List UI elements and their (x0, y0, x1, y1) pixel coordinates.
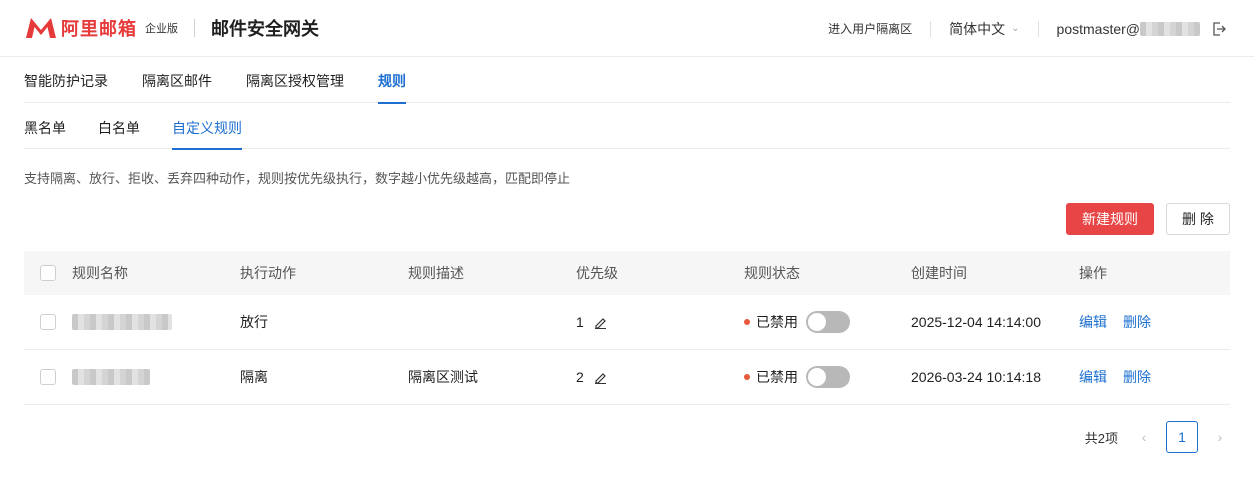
chevron-left-icon[interactable]: ‹ (1134, 429, 1154, 445)
tab-blacklist[interactable]: 黑名单 (24, 103, 66, 149)
tab-protection-records[interactable]: 智能防护记录 (24, 57, 108, 103)
status-toggle[interactable] (806, 311, 850, 333)
new-rule-button[interactable]: 新建规则 (1066, 203, 1154, 235)
column-header-action: 执行动作 (240, 265, 296, 281)
table-row: 放行 1 已禁用 2025-12-04 14:14:00 编辑 删除 (24, 295, 1230, 350)
delete-link[interactable]: 删除 (1123, 367, 1151, 387)
row-select-cell (40, 350, 56, 404)
total-count: 共2项 (1084, 430, 1118, 446)
rule-created-time: 2025-12-04 14:14:00 (911, 314, 1041, 330)
select-all-checkbox[interactable] (40, 265, 56, 281)
row-checkbox[interactable] (40, 369, 56, 385)
column-header-description: 规则描述 (408, 265, 464, 281)
column-header-created: 创建时间 (911, 265, 967, 281)
user-quarantine-link[interactable]: 进入用户隔离区 (828, 20, 912, 37)
table-row: 隔离 隔离区测试 2 已禁用 2026-03-24 10:14:18 编辑 删除 (24, 350, 1230, 405)
toggle-knob (808, 313, 826, 331)
rule-status: 已禁用 (756, 314, 798, 330)
edit-link[interactable]: 编辑 (1079, 312, 1107, 332)
rule-operations: 编辑 删除 (1079, 350, 1167, 404)
redacted-domain (1140, 21, 1200, 36)
column-header-operations: 操作 (1079, 265, 1107, 281)
chevron-right-icon[interactable]: › (1210, 429, 1230, 445)
rule-name-cell (72, 295, 172, 349)
edit-link[interactable]: 编辑 (1079, 367, 1107, 387)
redacted-rule-name (72, 369, 150, 385)
tab-quarantine-auth[interactable]: 隔离区授权管理 (246, 57, 344, 103)
rule-action: 隔离 (240, 369, 268, 385)
header-separator (930, 20, 932, 37)
rule-action: 放行 (240, 314, 268, 330)
rules-description: 支持隔离、放行、拒收、丢弃四种动作，规则按优先级执行，数字越小优先级越高，匹配即… (24, 171, 571, 186)
logout-icon[interactable] (1212, 21, 1226, 36)
delete-link[interactable]: 删除 (1123, 312, 1151, 332)
chevron-down-icon: ⌄ (1011, 23, 1020, 34)
rule-sub-tabs: 黑名单 白名单 自定义规则 (24, 103, 1230, 150)
toggle-knob (808, 368, 826, 386)
aliyun-mail-logo-icon (26, 18, 56, 38)
rule-name-cell (72, 350, 150, 404)
rule-priority: 2 (576, 369, 584, 385)
rule-status: 已禁用 (756, 369, 798, 385)
rule-priority-cell: 2 (576, 350, 607, 404)
language-label: 简体中文 (949, 20, 1006, 37)
header-divider (194, 19, 195, 37)
rule-operations: 编辑 删除 (1079, 295, 1167, 349)
rule-priority-cell: 1 (576, 295, 607, 349)
main-tabs: 智能防护记录 隔离区邮件 隔离区授权管理 规则 (24, 57, 1230, 104)
column-header-status: 规则状态 (744, 265, 800, 281)
user-email-prefix: postmaster@ (1056, 20, 1140, 37)
status-toggle[interactable] (806, 366, 850, 388)
redacted-rule-name (72, 314, 172, 330)
tab-custom-rules[interactable]: 自定义规则 (172, 103, 242, 150)
header-actions: 进入用户隔离区 简体中文 ⌄ postmaster@ (828, 0, 1254, 57)
pagination: 共2项 ‹ 1 › (1085, 421, 1230, 453)
app-title: 邮件安全网关 (211, 19, 319, 39)
row-select-cell (40, 295, 56, 349)
table-header: 规则名称 执行动作 规则描述 优先级 规则状态 创建时间 操作 (24, 251, 1230, 295)
row-checkbox[interactable] (40, 314, 56, 330)
language-selector[interactable]: 简体中文 ⌄ (949, 19, 1019, 39)
rule-status-cell: 已禁用 (744, 295, 850, 349)
rules-table: 规则名称 执行动作 规则描述 优先级 规则状态 创建时间 操作 放行 1 已禁用… (24, 251, 1230, 405)
status-dot (744, 319, 750, 325)
status-dot (744, 374, 750, 380)
rule-created-time: 2026-03-24 10:14:18 (911, 369, 1041, 385)
edit-pencil-icon[interactable] (594, 316, 607, 329)
brand-edition: 企业版 (145, 23, 178, 35)
rule-priority: 1 (576, 314, 584, 330)
tab-whitelist[interactable]: 白名单 (98, 103, 140, 149)
tab-quarantine-mail[interactable]: 隔离区邮件 (142, 57, 212, 103)
column-header-name: 规则名称 (72, 265, 128, 281)
app-header: 阿里邮箱 企业版 邮件安全网关 进入用户隔离区 简体中文 ⌄ postmaste… (0, 0, 1254, 57)
brand-logo[interactable]: 阿里邮箱 企业版 邮件安全网关 (24, 15, 319, 41)
rule-description: 隔离区测试 (408, 369, 478, 385)
user-account[interactable]: postmaster@ (1057, 21, 1200, 37)
delete-button[interactable]: 删 除 (1166, 203, 1230, 235)
header-separator (1037, 20, 1039, 37)
edit-pencil-icon[interactable] (594, 371, 607, 384)
rule-status-cell: 已禁用 (744, 350, 850, 404)
select-all-cell (40, 251, 56, 295)
page-number-current[interactable]: 1 (1166, 421, 1198, 453)
brand-name: 阿里邮箱 (61, 19, 137, 39)
column-header-priority: 优先级 (576, 265, 618, 281)
tab-rules[interactable]: 规则 (378, 57, 406, 104)
